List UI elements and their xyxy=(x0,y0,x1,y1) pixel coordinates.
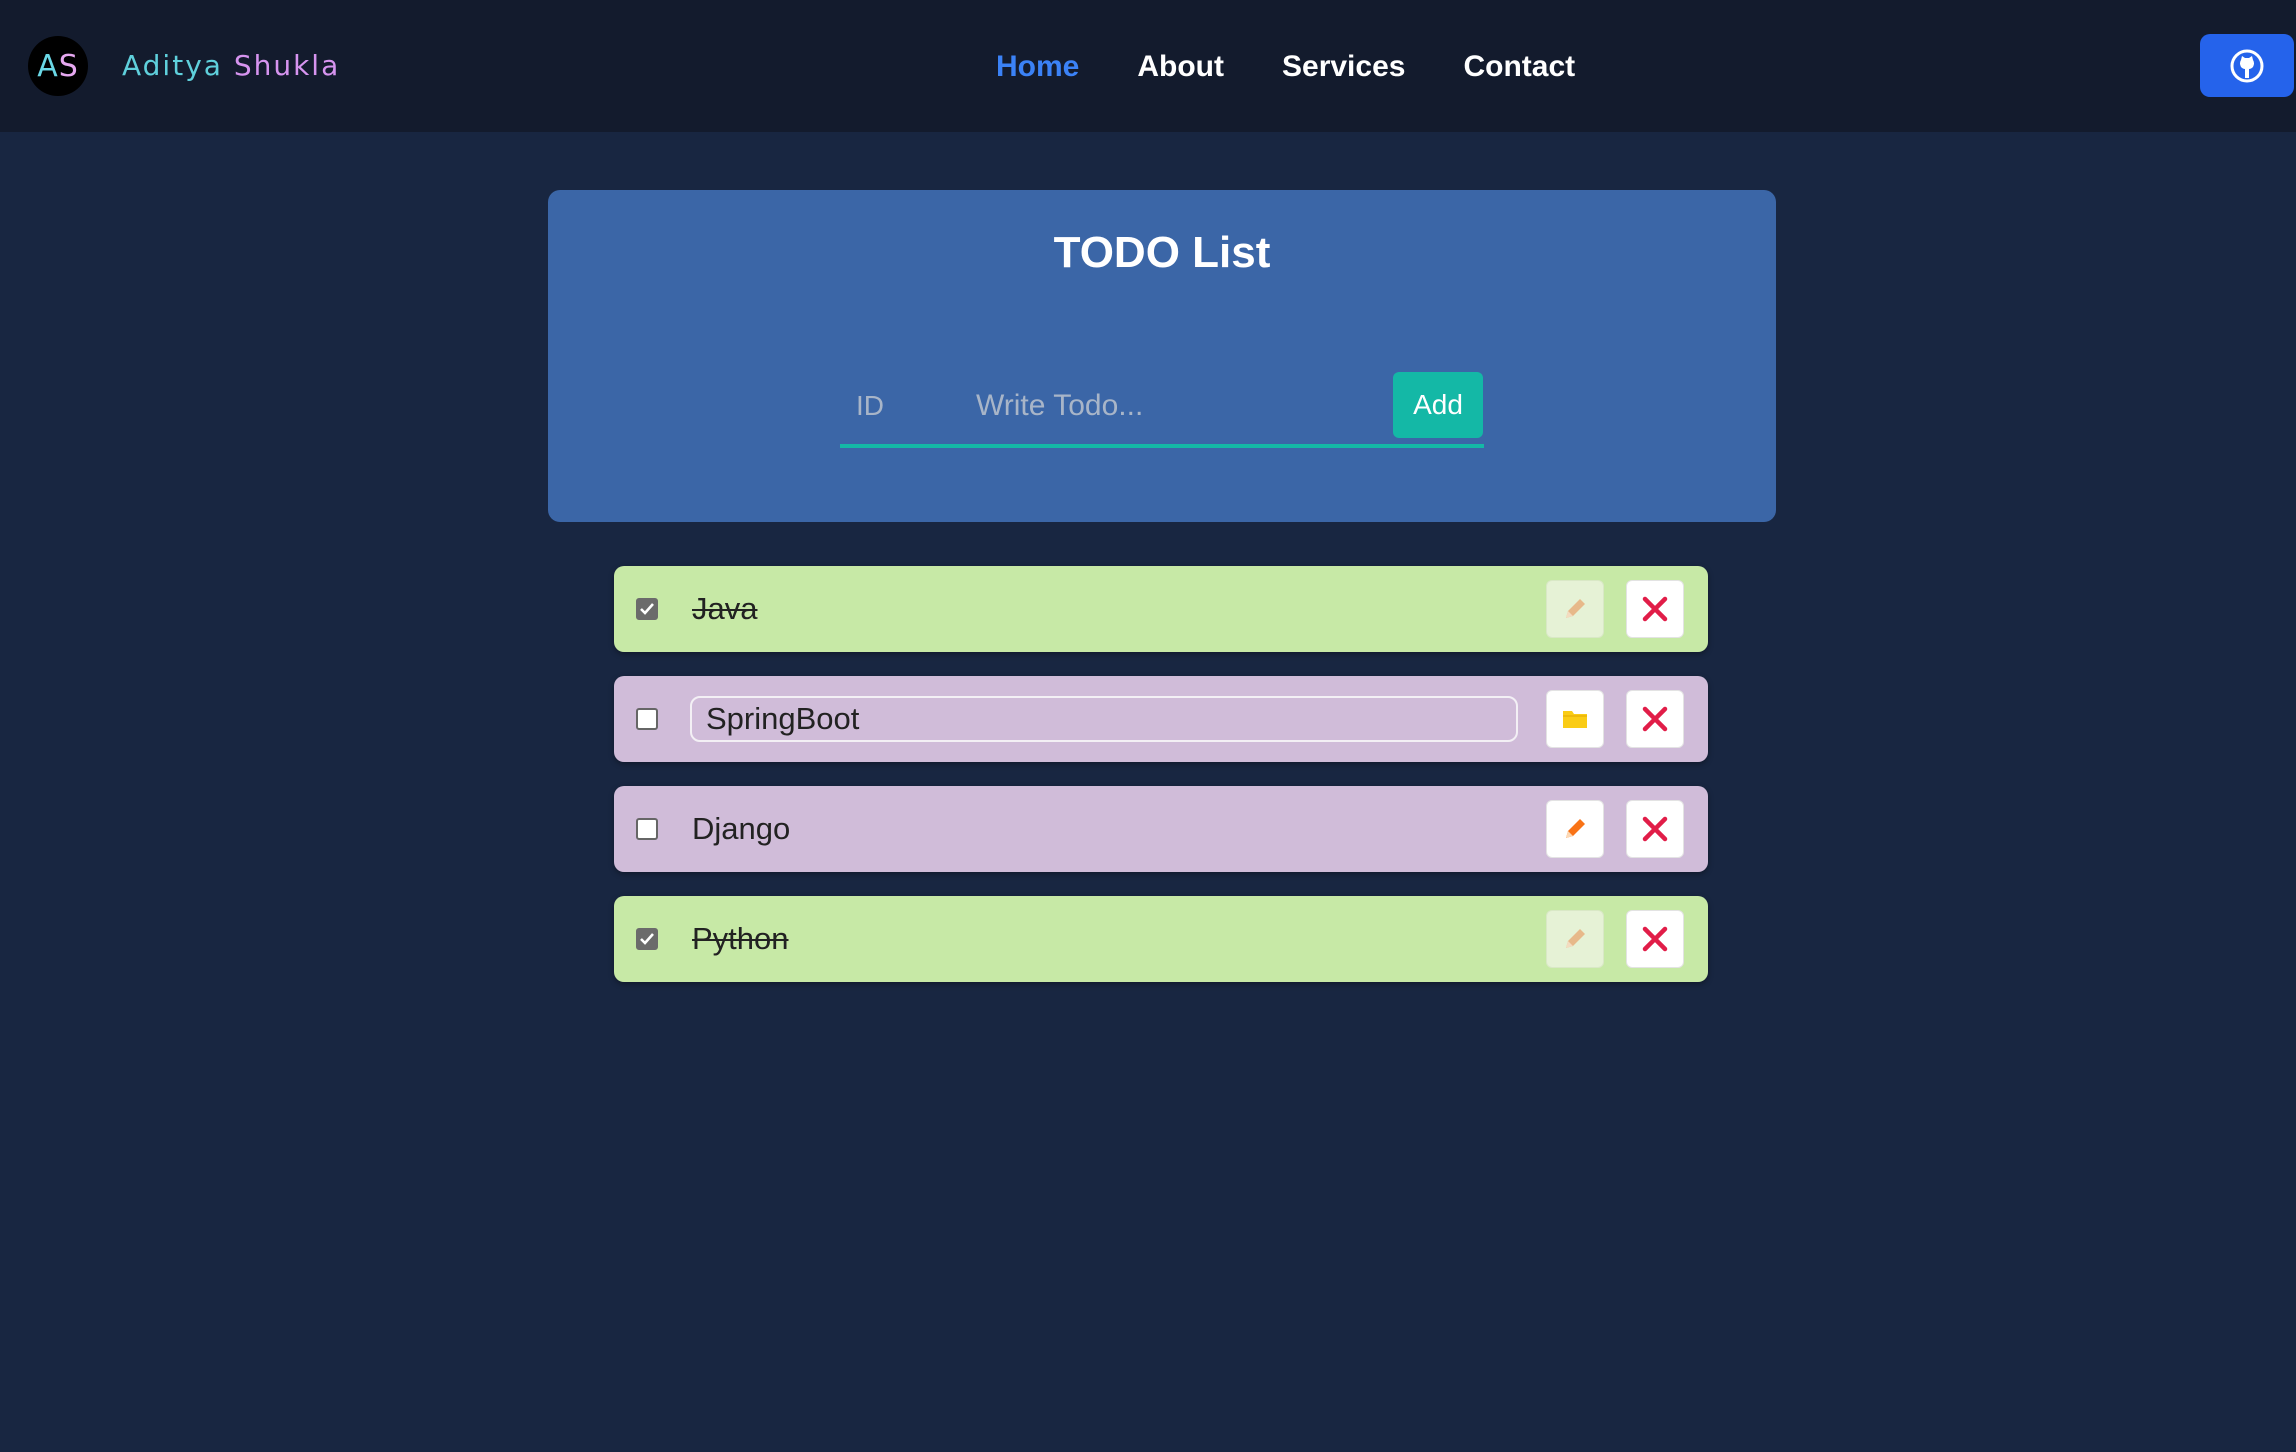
edit-todo-input[interactable] xyxy=(690,696,1518,742)
pencil-icon xyxy=(1566,929,1585,948)
logo-initial-first: A xyxy=(37,48,59,84)
page-title: TODO List xyxy=(1053,228,1271,277)
nav-link-home[interactable]: Home xyxy=(996,50,1079,84)
nav-links: Home About Services Contact xyxy=(996,40,1575,94)
todo-checkbox[interactable] xyxy=(636,928,658,950)
delete-button[interactable] xyxy=(1626,690,1684,748)
delete-button[interactable] xyxy=(1626,800,1684,858)
todo-header-card: TODO List Add xyxy=(548,190,1776,522)
todo-checkbox[interactable] xyxy=(636,708,658,730)
checkmark-icon xyxy=(640,603,654,615)
logo[interactable]: AS xyxy=(28,36,88,96)
edit-button[interactable] xyxy=(1546,910,1604,968)
folder-icon xyxy=(1563,711,1587,728)
delete-button[interactable] xyxy=(1626,580,1684,638)
todo-checkbox[interactable] xyxy=(636,598,658,620)
close-icon xyxy=(1642,816,1668,842)
navbar: AS Aditya Shukla Home About Services Con… xyxy=(0,0,2296,132)
pencil-icon xyxy=(1566,599,1585,618)
edit-button[interactable] xyxy=(1546,800,1604,858)
todo-text: Python xyxy=(692,921,789,956)
todo-item: Java xyxy=(614,566,1708,652)
nav-link-contact[interactable]: Contact xyxy=(1463,50,1575,84)
close-icon xyxy=(1642,596,1668,622)
brand-name[interactable]: Aditya Shukla xyxy=(122,44,340,88)
todo-text: Django xyxy=(692,811,791,846)
todo-checkbox[interactable] xyxy=(636,818,658,840)
todo-item xyxy=(614,676,1708,762)
delete-button[interactable] xyxy=(1626,910,1684,968)
brand-last-name: Shukla xyxy=(233,49,341,82)
todo-item: Django xyxy=(614,786,1708,872)
edit-button[interactable] xyxy=(1546,580,1604,638)
add-button[interactable]: Add xyxy=(1393,372,1483,438)
logo-initial-second: S xyxy=(58,48,79,84)
todo-input[interactable] xyxy=(976,380,1376,432)
save-button[interactable] xyxy=(1546,690,1604,748)
nav-link-services[interactable]: Services xyxy=(1282,50,1405,84)
todo-item: Python xyxy=(614,896,1708,982)
close-icon xyxy=(1642,926,1668,952)
pencil-icon xyxy=(1566,819,1585,838)
github-button[interactable] xyxy=(2200,34,2294,97)
github-icon xyxy=(2230,49,2264,82)
close-icon xyxy=(1642,706,1668,732)
nav-link-about[interactable]: About xyxy=(1137,50,1224,84)
brand-first-name: Aditya xyxy=(122,49,223,82)
checkmark-icon xyxy=(640,933,654,945)
add-todo-form: Add xyxy=(840,372,1484,448)
todo-text: Java xyxy=(692,591,758,626)
id-input[interactable] xyxy=(840,380,960,432)
